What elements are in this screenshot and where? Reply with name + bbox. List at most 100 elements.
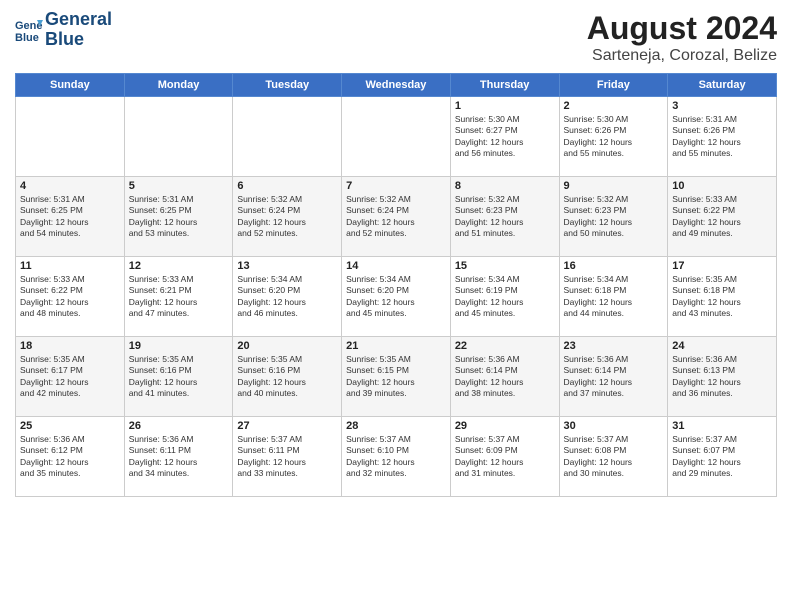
day-cell: 14 Sunrise: 5:34 AM Sunset: 6:20 PM Dayli… (342, 257, 451, 337)
calendar-header: Sunday Monday Tuesday Wednesday Thursday… (16, 74, 777, 97)
day-cell: 9Sunrise: 5:32 AM Sunset: 6:23 PM Daylig… (559, 177, 668, 257)
col-sunday: Sunday (16, 74, 125, 97)
day-number: 7 (346, 180, 446, 192)
day-number: 16 (564, 260, 664, 272)
day-cell (124, 97, 233, 177)
day-number: 17 (672, 260, 772, 272)
day-info: Sunrise: 5:35 AM Sunset: 6:17 PM Dayligh… (20, 354, 120, 400)
day-info: Sunrise: 5:37 AM Sunset: 6:08 PM Dayligh… (564, 434, 664, 480)
day-info: Sunrise: 5:32 AM Sunset: 6:23 PM Dayligh… (564, 194, 664, 240)
day-info: Sunrise: 5:31 AM Sunset: 6:25 PM Dayligh… (129, 194, 229, 240)
day-cell: 1Sunrise: 5:30 AM Sunset: 6:27 PM Daylig… (450, 97, 559, 177)
calendar-subtitle: Sarteneja, Corozal, Belize (587, 47, 777, 65)
week-row-5: 25Sunrise: 5:36 AM Sunset: 6:12 PM Dayli… (16, 417, 777, 497)
day-info: Sunrise: 5:35 AM Sunset: 6:16 PM Dayligh… (129, 354, 229, 400)
calendar-body: 1Sunrise: 5:30 AM Sunset: 6:27 PM Daylig… (16, 97, 777, 497)
day-number: 23 (564, 340, 664, 352)
day-number: 31 (672, 420, 772, 432)
day-number: 28 (346, 420, 446, 432)
day-cell: 29 Sunrise: 5:37 AM Sunset: 6:09 PM Dayli… (450, 417, 559, 497)
day-number: 10 (672, 180, 772, 192)
day-info: Sunrise: 5:37 AM Sunset: 6:11 PM Dayligh… (237, 434, 337, 480)
day-number: 12 (129, 260, 229, 272)
day-cell (342, 97, 451, 177)
day-number: 29 (455, 420, 555, 432)
day-number: 8 (455, 180, 555, 192)
day-info: Sunrise: 5:34 AM Sunset: 6:18 PM Dayligh… (564, 274, 664, 320)
day-cell: 13 Sunrise: 5:34 AM Sunset: 6:20 PM Dayli… (233, 257, 342, 337)
day-info: Sunrise: 5:37 AM Sunset: 6:10 PM Dayligh… (346, 434, 446, 480)
day-number: 3 (672, 100, 772, 112)
day-cell: 15 Sunrise: 5:34 AM Sunset: 6:19 PM Dayli… (450, 257, 559, 337)
day-info: Sunrise: 5:33 AM Sunset: 6:21 PM Dayligh… (129, 274, 229, 320)
day-cell: 27 Sunrise: 5:37 AM Sunset: 6:11 PM Dayli… (233, 417, 342, 497)
day-number: 27 (237, 420, 337, 432)
col-friday: Friday (559, 74, 668, 97)
week-row-2: 4Sunrise: 5:31 AM Sunset: 6:25 PM Daylig… (16, 177, 777, 257)
day-cell: 3 Sunrise: 5:31 AM Sunset: 6:26 PM Daylig… (668, 97, 777, 177)
day-info: Sunrise: 5:30 AM Sunset: 6:27 PM Dayligh… (455, 114, 555, 160)
logo-text-line1: General (45, 10, 112, 30)
day-info: Sunrise: 5:34 AM Sunset: 6:19 PM Dayligh… (455, 274, 555, 320)
day-info: Sunrise: 5:37 AM Sunset: 6:09 PM Dayligh… (455, 434, 555, 480)
title-block: August 2024 Sarteneja, Corozal, Belize (587, 10, 777, 65)
day-info: Sunrise: 5:32 AM Sunset: 6:24 PM Dayligh… (237, 194, 337, 240)
day-number: 6 (237, 180, 337, 192)
col-monday: Monday (124, 74, 233, 97)
day-cell: 20Sunrise: 5:35 AM Sunset: 6:16 PM Dayli… (233, 337, 342, 417)
day-cell: 8 Sunrise: 5:32 AM Sunset: 6:23 PM Daylig… (450, 177, 559, 257)
header: General Blue General Blue August 2024 Sa… (15, 10, 777, 65)
day-cell: 25Sunrise: 5:36 AM Sunset: 6:12 PM Dayli… (16, 417, 125, 497)
svg-text:Blue: Blue (15, 32, 39, 44)
day-cell: 5 Sunrise: 5:31 AM Sunset: 6:25 PM Daylig… (124, 177, 233, 257)
day-number: 26 (129, 420, 229, 432)
day-number: 20 (237, 340, 337, 352)
day-cell: 2 Sunrise: 5:30 AM Sunset: 6:26 PM Daylig… (559, 97, 668, 177)
day-cell: 30 Sunrise: 5:37 AM Sunset: 6:08 PM Dayli… (559, 417, 668, 497)
day-cell: 18Sunrise: 5:35 AM Sunset: 6:17 PM Dayli… (16, 337, 125, 417)
calendar-table: Sunday Monday Tuesday Wednesday Thursday… (15, 73, 777, 497)
logo: General Blue General Blue (15, 10, 112, 50)
day-cell: 12 Sunrise: 5:33 AM Sunset: 6:21 PM Dayli… (124, 257, 233, 337)
day-cell (233, 97, 342, 177)
day-info: Sunrise: 5:31 AM Sunset: 6:25 PM Dayligh… (20, 194, 120, 240)
day-number: 14 (346, 260, 446, 272)
day-info: Sunrise: 5:36 AM Sunset: 6:12 PM Dayligh… (20, 434, 120, 480)
day-cell: 11 Sunrise: 5:33 AM Sunset: 6:22 PM Dayli… (16, 257, 125, 337)
day-number: 15 (455, 260, 555, 272)
day-cell: 23 Sunrise: 5:36 AM Sunset: 6:14 PM Dayli… (559, 337, 668, 417)
day-info: Sunrise: 5:33 AM Sunset: 6:22 PM Dayligh… (672, 194, 772, 240)
day-number: 2 (564, 100, 664, 112)
col-saturday: Saturday (668, 74, 777, 97)
week-row-3: 11 Sunrise: 5:33 AM Sunset: 6:22 PM Dayli… (16, 257, 777, 337)
col-tuesday: Tuesday (233, 74, 342, 97)
day-info: Sunrise: 5:34 AM Sunset: 6:20 PM Dayligh… (346, 274, 446, 320)
day-number: 5 (129, 180, 229, 192)
header-row: Sunday Monday Tuesday Wednesday Thursday… (16, 74, 777, 97)
logo-icon: General Blue (15, 16, 43, 44)
day-info: Sunrise: 5:32 AM Sunset: 6:23 PM Dayligh… (455, 194, 555, 240)
day-cell: 21Sunrise: 5:35 AM Sunset: 6:15 PM Dayli… (342, 337, 451, 417)
day-info: Sunrise: 5:31 AM Sunset: 6:26 PM Dayligh… (672, 114, 772, 160)
day-number: 19 (129, 340, 229, 352)
day-info: Sunrise: 5:34 AM Sunset: 6:20 PM Dayligh… (237, 274, 337, 320)
day-number: 21 (346, 340, 446, 352)
day-info: Sunrise: 5:33 AM Sunset: 6:22 PM Dayligh… (20, 274, 120, 320)
day-number: 13 (237, 260, 337, 272)
day-info: Sunrise: 5:36 AM Sunset: 6:14 PM Dayligh… (564, 354, 664, 400)
day-number: 22 (455, 340, 555, 352)
day-number: 30 (564, 420, 664, 432)
day-cell: 24Sunrise: 5:36 AM Sunset: 6:13 PM Dayli… (668, 337, 777, 417)
calendar-page: General Blue General Blue August 2024 Sa… (0, 0, 792, 612)
day-number: 11 (20, 260, 120, 272)
day-cell: 19 Sunrise: 5:35 AM Sunset: 6:16 PM Dayli… (124, 337, 233, 417)
day-info: Sunrise: 5:30 AM Sunset: 6:26 PM Dayligh… (564, 114, 664, 160)
logo-text-line2: Blue (45, 30, 112, 50)
day-cell: 4Sunrise: 5:31 AM Sunset: 6:25 PM Daylig… (16, 177, 125, 257)
day-cell: 17Sunrise: 5:35 AM Sunset: 6:18 PM Dayli… (668, 257, 777, 337)
day-cell (16, 97, 125, 177)
day-info: Sunrise: 5:37 AM Sunset: 6:07 PM Dayligh… (672, 434, 772, 480)
day-cell: 16 Sunrise: 5:34 AM Sunset: 6:18 PM Dayli… (559, 257, 668, 337)
week-row-1: 1Sunrise: 5:30 AM Sunset: 6:27 PM Daylig… (16, 97, 777, 177)
day-cell: 22Sunrise: 5:36 AM Sunset: 6:14 PM Dayli… (450, 337, 559, 417)
